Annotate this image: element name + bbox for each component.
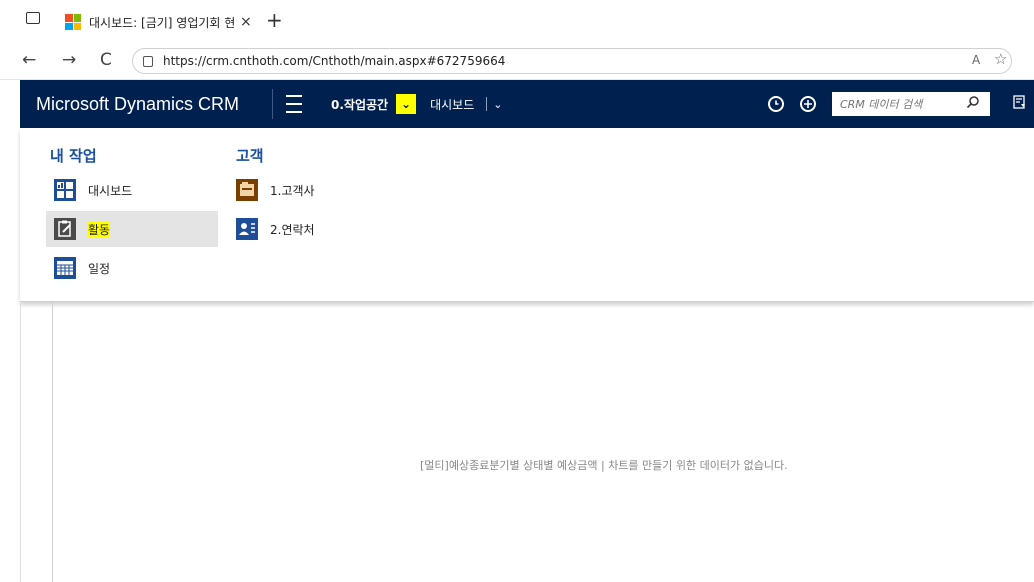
address-bar-row: ← → C https://crm.cnthoth.com/Cnthoth/ma… <box>0 42 1034 80</box>
close-tab-icon[interactable]: × <box>240 14 252 30</box>
menu-item-label: 1.고객사 <box>270 183 315 198</box>
menu-item-accounts[interactable]: 1.고객사 <box>228 172 388 208</box>
workspace-chevron-down-icon[interactable]: ⌄ <box>396 94 417 114</box>
activity-icon <box>54 218 76 240</box>
lock-icon[interactable] <box>143 55 153 67</box>
advanced-find-icon[interactable] <box>1006 95 1034 113</box>
contact-icon <box>236 218 258 240</box>
back-button[interactable]: ← <box>22 50 36 70</box>
menu-item-label: 일정 <box>88 261 111 276</box>
tab-actions-icon[interactable] <box>26 12 40 24</box>
plus-icon[interactable] <box>800 96 816 112</box>
browser-tab[interactable]: 대시보드: [금기] 영업기회 현황 - M × <box>55 7 255 37</box>
favorite-star-icon[interactable]: ☆ <box>994 50 1007 68</box>
crm-nav-right <box>768 80 1034 128</box>
menu-item-contacts[interactable]: 2.연락처 <box>228 211 388 247</box>
url-text[interactable]: https://crm.cnthoth.com/Cnthoth/main.asp… <box>163 54 505 68</box>
crm-brand[interactable]: Microsoft Dynamics CRM <box>20 94 272 115</box>
browser-tab-strip: 대시보드: [금기] 영업기회 현황 - M × + <box>0 0 1034 42</box>
dashboard-chevron-down-icon[interactable]: ⌄ <box>493 98 502 111</box>
menu-item-activity[interactable]: 활동 <box>46 211 218 247</box>
address-bar[interactable]: https://crm.cnthoth.com/Cnthoth/main.asp… <box>132 48 1012 74</box>
nav-subdivider <box>486 97 488 111</box>
crm-nav-bar: Microsoft Dynamics CRM 0.작업공간 ⌄ 대시보드 ⌄ <box>20 80 1034 128</box>
microsoft-logo-icon <box>65 14 81 30</box>
read-aloud-icon[interactable]: A <box>972 53 980 67</box>
customer-heading: 고객 <box>236 147 264 165</box>
hamburger-menu-icon[interactable] <box>273 92 315 116</box>
search-icon[interactable] <box>966 95 980 113</box>
no-chart-data-message: [멀티]예상종료분기별 상태별 예상금액 | 차트를 만들기 위한 데이터가 없… <box>420 459 788 472</box>
nav-dropdown-panel: 내 작업 대시보드 활동 일정 고객 1.고객사 2.연락처 <box>20 128 1034 302</box>
refresh-button[interactable]: C <box>100 50 112 70</box>
tab-title: 대시보드: [금기] 영업기회 현황 - M <box>89 15 234 30</box>
dashboard-nav-label[interactable]: 대시보드 <box>426 96 480 113</box>
menu-item-calendar[interactable]: 일정 <box>46 250 218 286</box>
crm-search-box[interactable] <box>832 92 990 116</box>
dashboard-icon <box>54 179 76 201</box>
calendar-icon <box>54 257 76 279</box>
content-divider <box>52 302 53 582</box>
menu-item-dashboard[interactable]: 대시보드 <box>46 172 218 208</box>
crm-search-input[interactable] <box>840 97 960 111</box>
forward-button[interactable]: → <box>62 50 76 70</box>
menu-item-label: 대시보드 <box>88 183 133 198</box>
history-icon[interactable] <box>768 96 784 112</box>
menu-item-label: 2.연락처 <box>270 222 315 237</box>
new-tab-button[interactable]: + <box>266 10 283 30</box>
content-left-edge <box>20 302 21 582</box>
workspace-nav-label[interactable]: 0.작업공간 <box>315 96 396 113</box>
menu-item-label: 활동 <box>88 220 111 238</box>
my-work-heading: 내 작업 <box>50 147 97 165</box>
account-icon <box>236 179 258 201</box>
